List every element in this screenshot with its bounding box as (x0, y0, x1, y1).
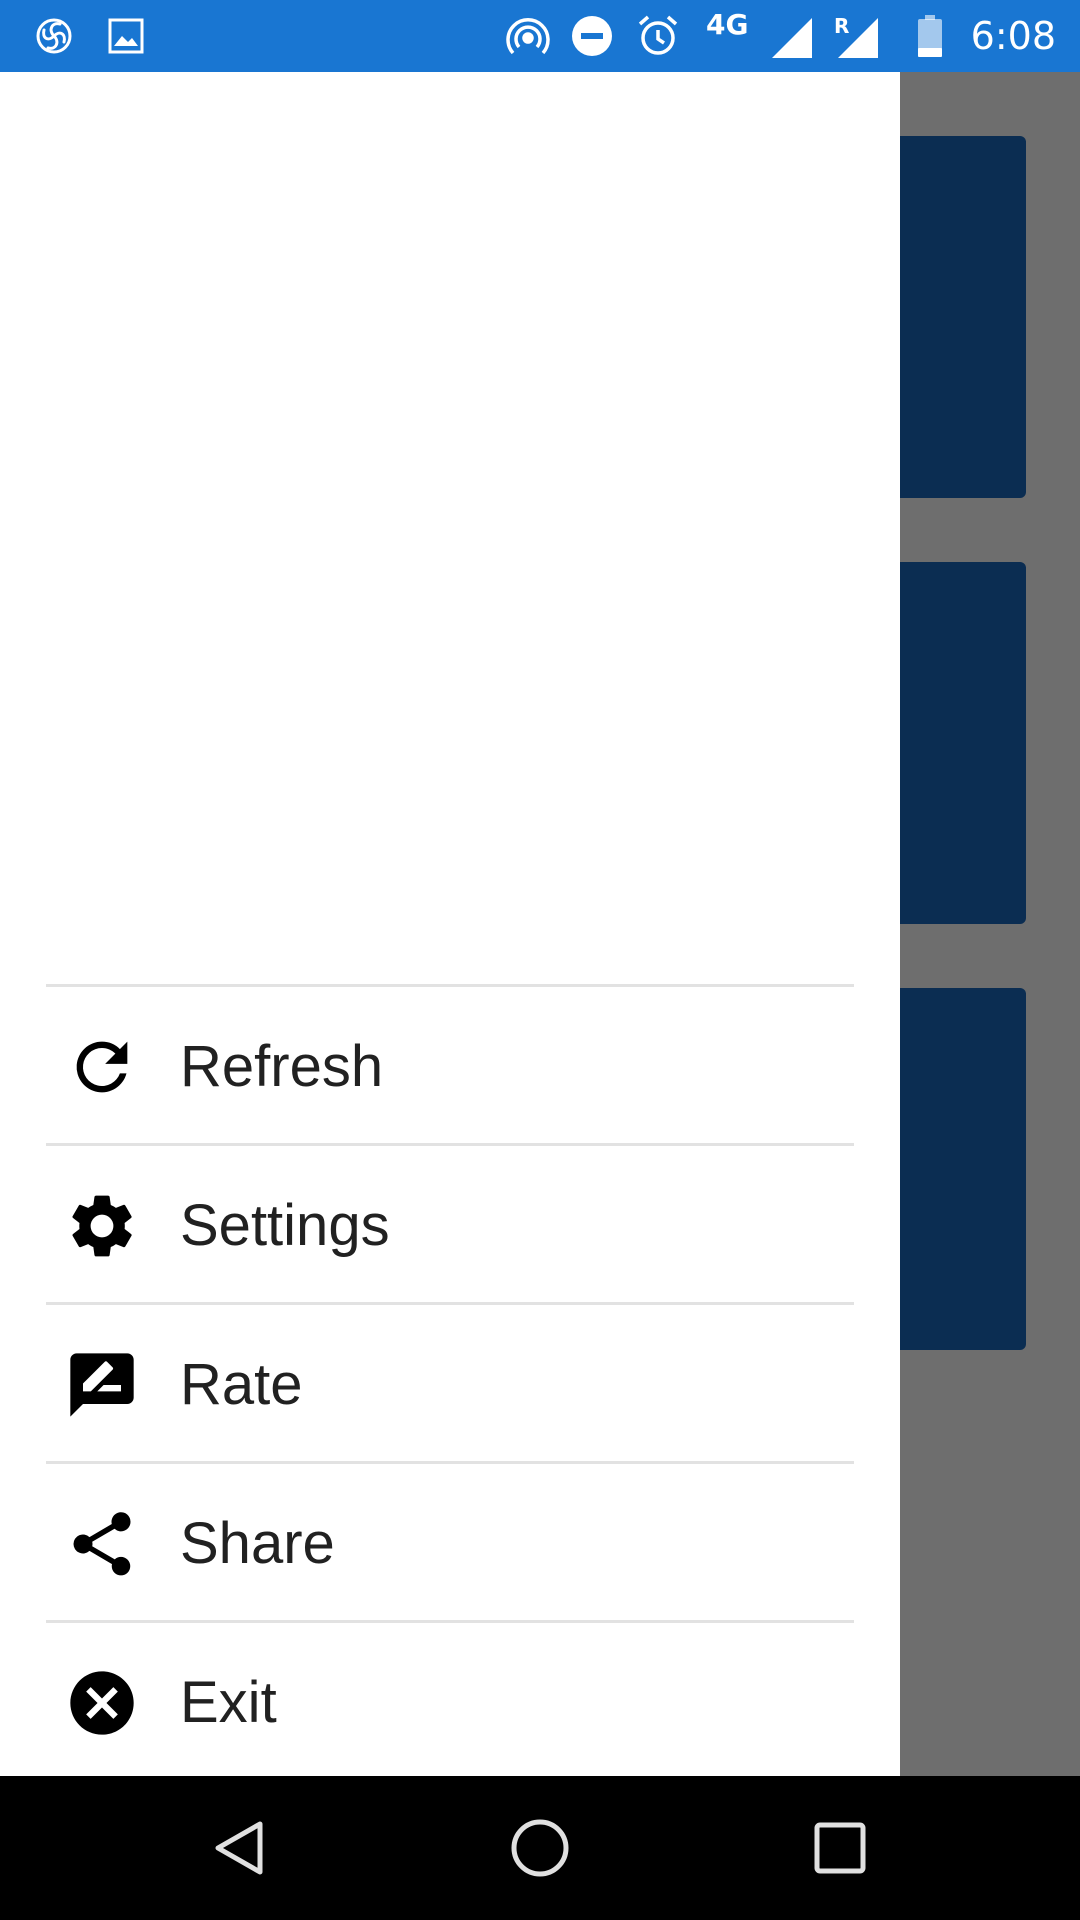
menu-item-label: Exit (180, 1670, 277, 1735)
alarm-icon (638, 15, 678, 55)
share-icon (73, 1512, 131, 1576)
status-bar: 4G R 6:08 (0, 0, 1080, 72)
navigation-bar (0, 1776, 1080, 1920)
menu-item-refresh[interactable]: Refresh (46, 987, 854, 1143)
menu-item-exit[interactable]: Exit (46, 1623, 854, 1779)
battery-icon (918, 15, 942, 57)
navigation-drawer: Refresh Settings Rate Share Exit (0, 72, 900, 1776)
recents-icon[interactable] (804, 1812, 876, 1884)
do-not-disturb-icon (572, 16, 612, 56)
app-notification-icon (36, 18, 72, 54)
menu-item-settings[interactable]: Settings (46, 1146, 854, 1302)
clock: 6:08 (970, 14, 1056, 58)
refresh-icon (76, 1041, 128, 1093)
home-icon[interactable] (504, 1812, 576, 1884)
menu-item-label: Settings (180, 1193, 390, 1258)
menu-item-label: Rate (180, 1352, 303, 1417)
close-circle-icon (70, 1671, 134, 1735)
menu-item-rate[interactable]: Rate (46, 1305, 854, 1461)
signal-roaming-icon (838, 18, 878, 58)
menu-item-label: Refresh (180, 1034, 384, 1099)
image-icon (108, 18, 144, 54)
signal-icon (772, 18, 812, 58)
network-type: 4G (706, 8, 749, 41)
gear-icon (72, 1195, 132, 1257)
back-icon[interactable] (204, 1812, 276, 1884)
rate-review-icon (70, 1353, 134, 1417)
menu-item-label: Share (180, 1511, 335, 1576)
menu-item-share[interactable]: Share (46, 1464, 854, 1620)
hotspot-icon (506, 18, 550, 55)
drawer-menu: Refresh Settings Rate Share Exit (46, 984, 854, 1779)
